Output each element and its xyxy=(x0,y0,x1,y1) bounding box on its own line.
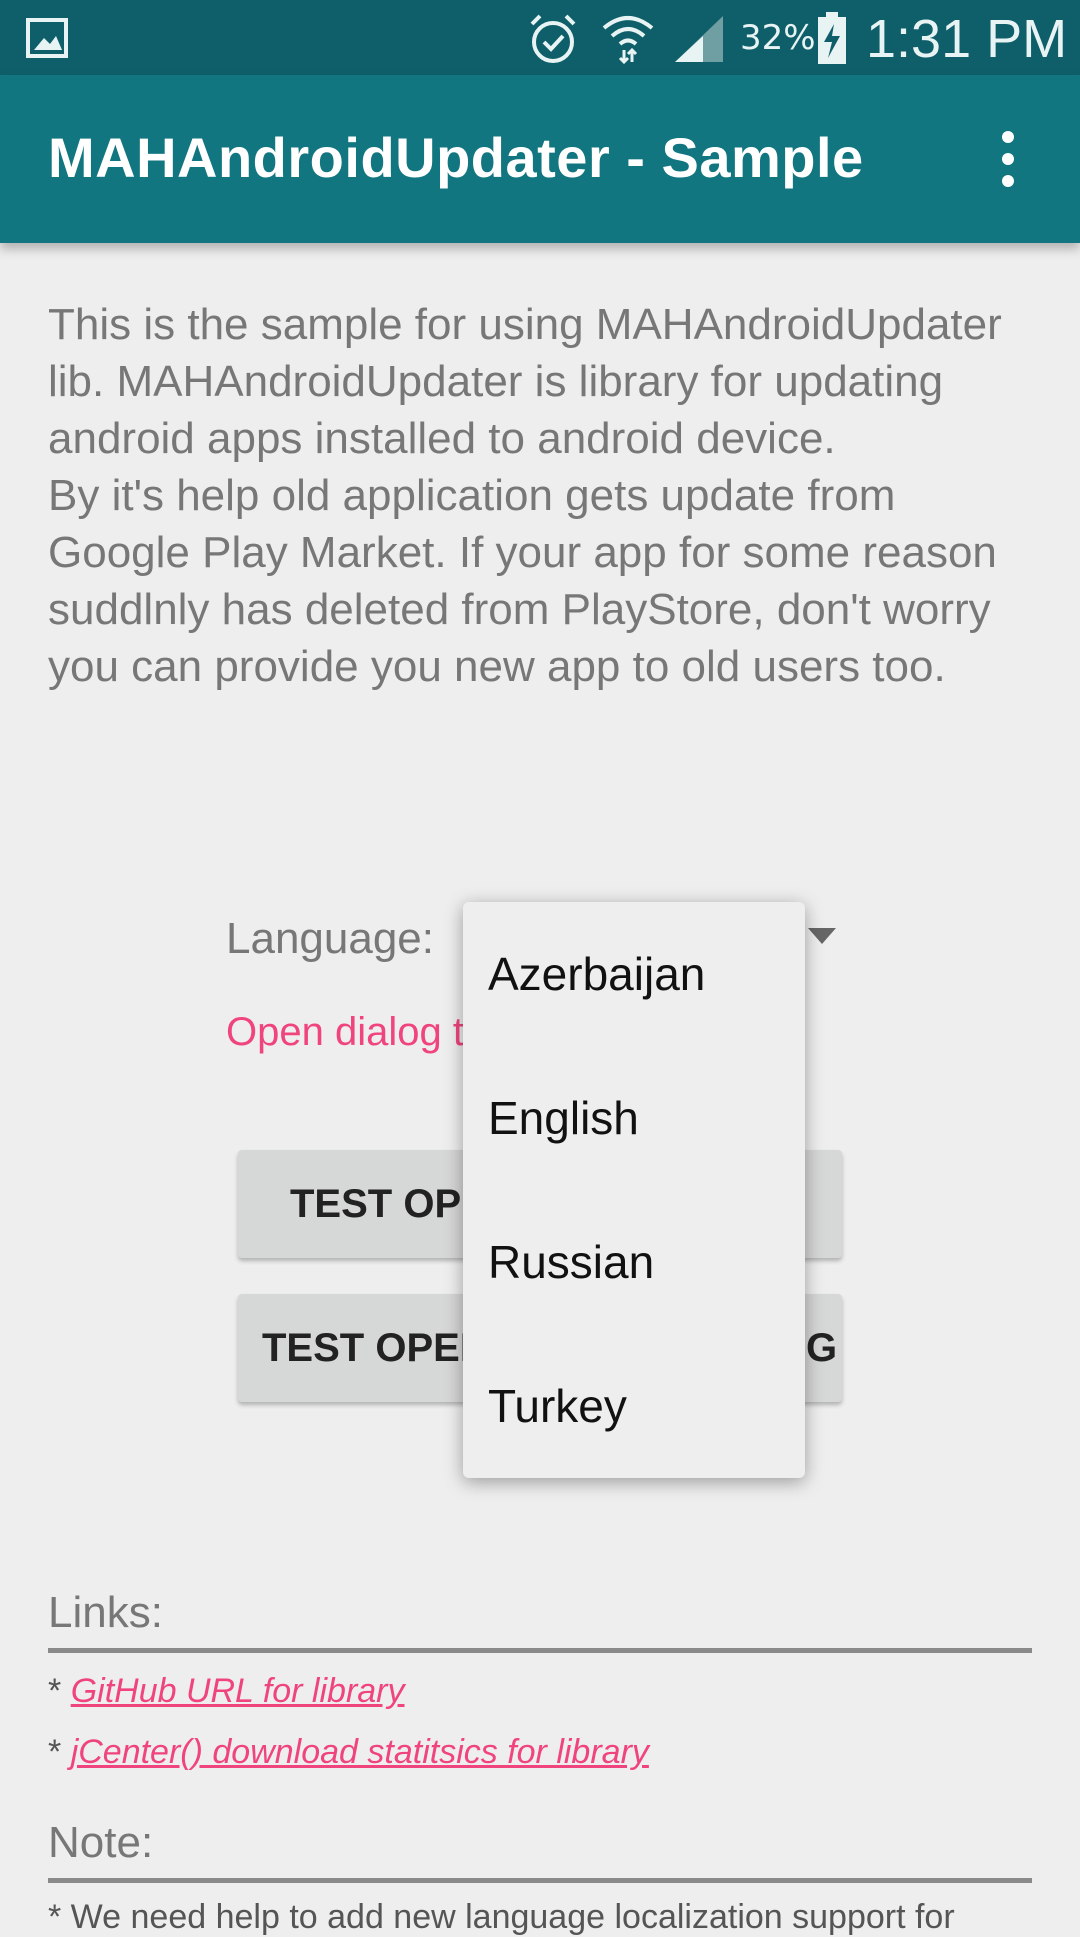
language-dropdown: Azerbaijan English Russian Turkey xyxy=(463,902,805,1478)
note-text: * We need help to add new language local… xyxy=(48,1898,955,1936)
language-option-azerbaijan[interactable]: Azerbaijan xyxy=(463,902,805,1046)
links-divider xyxy=(48,1648,1032,1653)
clock: 1:31 PM xyxy=(866,9,1068,69)
app-title: MAHAndroidUpdater - Sample xyxy=(48,126,864,189)
test-open-button-2-label: TEST OPEN xyxy=(262,1326,489,1370)
dropdown-arrow-icon[interactable] xyxy=(808,928,836,944)
signal-icon xyxy=(675,16,723,62)
link-row-jcenter: * jCenter() download statitsics for libr… xyxy=(48,1733,649,1772)
link-row-github: * GitHub URL for library xyxy=(48,1672,405,1711)
note-divider xyxy=(48,1878,1032,1883)
github-link[interactable]: GitHub URL for library xyxy=(71,1672,405,1710)
link-bullet: * xyxy=(48,1672,71,1710)
test-open-button-1-label: TEST OPE xyxy=(290,1182,488,1226)
language-option-english[interactable]: English xyxy=(463,1046,805,1190)
status-bar: 32% 1:31 PM xyxy=(0,0,1080,75)
description-paragraph-1: This is the sample for using MAHAndroidU… xyxy=(48,300,1002,463)
description-text: This is the sample for using MAHAndroidU… xyxy=(48,296,1038,695)
app-bar: MAHAndroidUpdater - Sample xyxy=(0,75,1080,243)
gallery-icon xyxy=(26,18,68,58)
link-bullet: * xyxy=(48,1733,71,1771)
battery-percent: 32% xyxy=(740,18,816,58)
jcenter-link[interactable]: jCenter() download statitsics for librar… xyxy=(71,1733,649,1771)
wifi-icon xyxy=(602,16,654,65)
test-open-button-2-label-tail: G xyxy=(806,1326,838,1370)
description-paragraph-2: By it's help old application gets update… xyxy=(48,471,997,691)
language-label: Language: xyxy=(226,914,434,963)
language-option-turkey[interactable]: Turkey xyxy=(463,1334,805,1478)
more-vert-icon[interactable] xyxy=(990,127,1026,191)
battery-charging-icon xyxy=(818,12,846,64)
language-option-russian[interactable]: Russian xyxy=(463,1190,805,1334)
note-title: Note: xyxy=(48,1818,154,1867)
links-title: Links: xyxy=(48,1588,163,1637)
alarm-icon xyxy=(530,14,576,63)
